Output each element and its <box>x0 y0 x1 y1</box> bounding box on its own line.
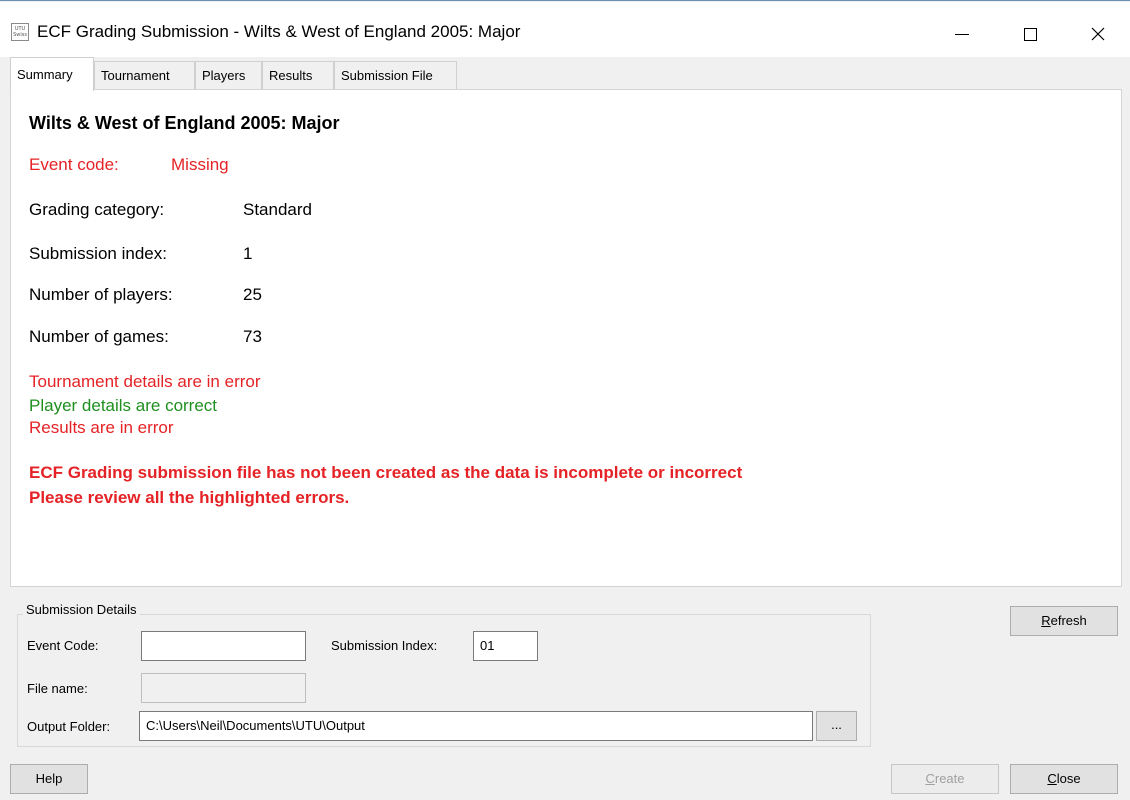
event-code-value: Missing <box>171 155 229 174</box>
grading-category-value: Standard <box>243 200 312 219</box>
close-button-label-mnemonic: C <box>1047 771 1057 786</box>
number-of-players-label: Number of players: <box>29 285 173 304</box>
event-code-input[interactable] <box>141 631 306 661</box>
close-window-button[interactable] <box>1068 10 1128 58</box>
tournament-heading: Wilts & West of England 2005: Major <box>29 113 340 133</box>
minimize-icon <box>955 33 969 35</box>
tab-summary[interactable]: Summary <box>10 57 94 91</box>
create-button[interactable]: Create <box>891 764 999 794</box>
event-code-label: Event code: <box>29 155 119 174</box>
summary-panel: Wilts & West of England 2005: Major Even… <box>10 89 1122 587</box>
event-code-field-label: Event Code: <box>27 638 99 653</box>
results-status: Results are in error <box>29 418 174 437</box>
title-bar[interactable]: UTU Swiss ECF Grading Submission - Wilts… <box>0 2 1130 57</box>
close-button[interactable]: Close <box>1010 764 1118 794</box>
close-icon <box>1091 27 1105 41</box>
players-status: Player details are correct <box>29 396 218 415</box>
close-button-label: lose <box>1056 771 1081 786</box>
submission-index-input[interactable]: 01 <box>473 631 538 661</box>
refresh-button-label-mnemonic: R <box>1041 613 1051 628</box>
submission-index-value: 1 <box>243 244 253 263</box>
file-name-input <box>141 673 306 703</box>
output-folder-field-label: Output Folder: <box>27 719 111 734</box>
create-button-label: reate <box>934 771 965 786</box>
ecf-grading-submission-window: UTU Swiss ECF Grading Submission - Wilts… <box>0 0 1130 800</box>
submission-details-title: Submission Details <box>23 602 140 617</box>
refresh-button[interactable]: Refresh <box>1010 606 1118 636</box>
number-of-games-label: Number of games: <box>29 327 169 346</box>
browse-folder-button[interactable]: ... <box>816 711 857 741</box>
error-message-line-1: ECF Grading submission file has not been… <box>29 463 743 482</box>
refresh-button-label: efresh <box>1050 613 1087 628</box>
window-title: ECF Grading Submission - Wilts & West of… <box>37 22 521 41</box>
help-button[interactable]: Help <box>10 764 88 794</box>
number-of-players-value: 25 <box>243 285 262 304</box>
grading-category-label: Grading category: <box>29 200 165 219</box>
submission-index-field-label: Submission Index: <box>331 638 438 653</box>
minimize-button[interactable] <box>932 10 992 58</box>
create-button-label-mnemonic: C <box>925 771 935 786</box>
tab-results[interactable]: Results <box>262 61 334 89</box>
tab-tournament[interactable]: Tournament <box>94 61 195 89</box>
tab-submission-file[interactable]: Submission File <box>334 61 457 89</box>
maximize-icon <box>1023 27 1037 41</box>
error-message-line-2: Please review all the highlighted errors… <box>29 488 350 507</box>
output-folder-input[interactable]: C:\Users\Neil\Documents\UTU\Output <box>139 711 813 741</box>
tab-players[interactable]: Players <box>195 61 262 89</box>
file-name-field-label: File name: <box>27 681 88 696</box>
tournament-status: Tournament details are in error <box>29 372 261 391</box>
app-icon-text: UTU Swiss <box>13 26 27 38</box>
app-icon: UTU Swiss <box>11 23 29 41</box>
submission-index-label: Submission index: <box>29 244 167 263</box>
number-of-games-value: 73 <box>243 327 262 346</box>
maximize-button[interactable] <box>1000 10 1060 58</box>
